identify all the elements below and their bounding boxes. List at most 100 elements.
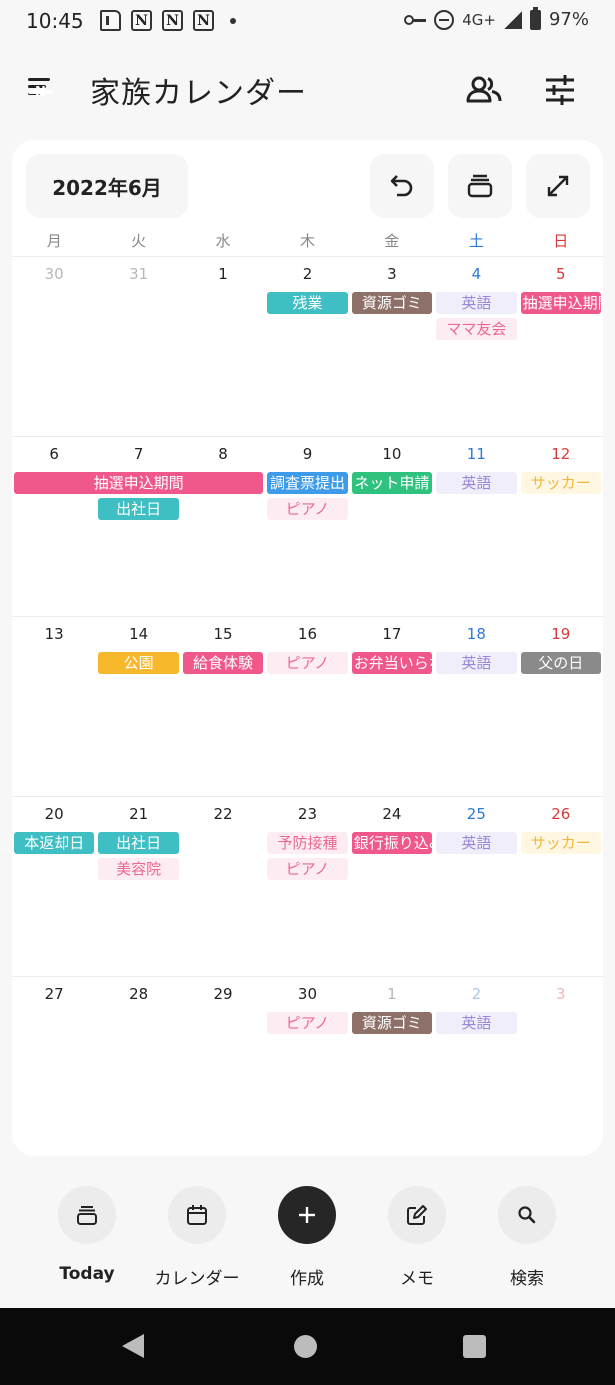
battery-level: 97% [548,9,589,30]
weekday-label: 日 [553,232,569,250]
calendar-icon[interactable] [168,1186,226,1244]
day-cell[interactable]: 13 [12,625,96,643]
calendar-event[interactable]: 銀行振り込み [351,832,433,854]
day-cell[interactable]: 31 [96,265,180,283]
day-cell[interactable]: 7 [96,445,180,463]
calendar-event[interactable]: 英語 [436,652,517,674]
calendar-event[interactable]: 抽選申込期間 [14,472,264,494]
stack-icon[interactable] [58,1186,116,1244]
day-cell[interactable]: 4 [434,265,518,283]
calendar-event[interactable]: 公園 [98,652,179,674]
day-cell[interactable]: 30 [12,265,96,283]
calendar-event[interactable]: お弁当いらない [351,652,433,674]
calendar-event[interactable]: 父の日 [520,652,601,674]
calendar-event[interactable]: 残業 [267,292,348,314]
day-cell[interactable]: 26 [519,805,603,823]
day-cell[interactable]: 17 [350,625,434,643]
menu-button[interactable]: N [26,74,66,114]
day-cell[interactable]: 3 [350,265,434,283]
expand-icon [547,175,569,197]
calendar-event[interactable]: ピアノ [267,652,348,674]
search-icon[interactable] [498,1186,556,1244]
calendar-event[interactable]: 資源ゴミ [351,1012,433,1034]
app-header: N 家族カレンダー [0,56,615,126]
nav-item-edit[interactable]: メモ [362,1180,472,1289]
calendar-event[interactable]: ネット申請 [351,472,433,494]
vpn-key-icon [404,14,427,26]
nav-item-stack[interactable]: Today [32,1180,142,1284]
expand-button[interactable] [526,154,590,218]
day-cell[interactable]: 8 [181,445,265,463]
week-row: 6 7 8 9 10 11 12 抽選申込期間 調査票提出 ネット申請 英語 サッカー出社日 ピアノ [12,436,603,616]
day-cell[interactable]: 27 [12,985,96,1003]
nav-item-search[interactable]: 検索 [472,1180,582,1289]
day-cell[interactable]: 11 [434,445,518,463]
calendar-event[interactable]: ピアノ [267,858,348,880]
day-cell[interactable]: 24 [350,805,434,823]
week-row: 13141516171819 公園給食体験ピアノお弁当いらない英語父の日 [12,616,603,796]
day-cell[interactable]: 10 [350,445,434,463]
recent-apps-icon[interactable] [463,1335,486,1358]
day-cell[interactable]: 25 [434,805,518,823]
nav-label: 検索 [510,1269,544,1289]
day-cell[interactable]: 18 [434,625,518,643]
calendar-event[interactable]: 調査票提出 [267,472,348,494]
calendar-event[interactable]: ピアノ [267,498,348,520]
day-cell[interactable]: 19 [519,625,603,643]
day-cell[interactable]: 15 [181,625,265,643]
day-cell[interactable]: 2 [265,265,349,283]
calendar-event[interactable]: 英語 [436,292,517,314]
calendar-event[interactable]: 英語 [436,1012,517,1034]
day-cell[interactable]: 28 [96,985,180,1003]
edit-icon[interactable] [388,1186,446,1244]
day-cell[interactable]: 1 [181,265,265,283]
calendar-event[interactable]: 資源ゴミ [351,292,433,314]
status-time: 10:45 [26,9,84,33]
month-selector[interactable]: 2022年6月 [26,154,188,218]
nav-item-calendar[interactable]: カレンダー [142,1180,252,1289]
do-not-disturb-icon [434,9,455,30]
nav-label: カレンダー [154,1269,240,1289]
day-cell[interactable]: 3 [519,985,603,1003]
nav-item-plus[interactable]: 作成 [252,1180,362,1289]
day-cell[interactable]: 1 [350,985,434,1003]
notion-notification-icon: N [193,10,214,31]
today-button[interactable] [448,154,512,218]
calendar-event[interactable]: ママ友会 [436,318,517,340]
calendar-event[interactable]: サッカー [520,472,601,494]
day-cell[interactable]: 23 [265,805,349,823]
bottom-navigation: Today カレンダー 作成 メモ 検索 [0,1180,615,1305]
home-icon[interactable] [294,1335,317,1358]
day-cell[interactable]: 2 [434,985,518,1003]
back-icon[interactable] [122,1334,144,1358]
day-cell[interactable]: 6 [12,445,96,463]
calendar-event[interactable]: 美容院 [98,858,179,880]
day-cell[interactable]: 9 [265,445,349,463]
filter-settings-button[interactable] [538,68,582,112]
day-cell[interactable]: 5 [519,265,603,283]
day-cell[interactable]: 16 [265,625,349,643]
calendar-event[interactable]: 英語 [436,832,517,854]
calendar-event[interactable]: サッカー [520,832,601,854]
calendar-event[interactable]: ピアノ [267,1012,348,1034]
day-cell[interactable]: 20 [12,805,96,823]
day-cell[interactable]: 12 [519,445,603,463]
day-cell[interactable]: 30 [265,985,349,1003]
calendar-event[interactable]: 抽選申込期間 [520,292,601,314]
calendar-event[interactable]: 予防接種 [267,832,348,854]
day-cell[interactable]: 21 [96,805,180,823]
battery-icon [529,6,541,30]
weekday-label: 火 [131,232,147,250]
calendar-event[interactable]: 英語 [436,472,517,494]
undo-button[interactable] [370,154,434,218]
calendar-event[interactable]: 出社日 [98,498,179,520]
calendar-event[interactable]: 給食体験 [182,652,264,674]
day-cell[interactable]: 29 [181,985,265,1003]
day-cell[interactable]: 14 [96,625,180,643]
calendar-event[interactable]: 本返却日 [14,832,95,854]
calendar-event[interactable]: 出社日 [98,832,179,854]
day-cell[interactable]: 22 [181,805,265,823]
more-notifications-icon [230,17,236,24]
plus-icon[interactable] [278,1186,336,1244]
members-button[interactable] [462,68,506,112]
